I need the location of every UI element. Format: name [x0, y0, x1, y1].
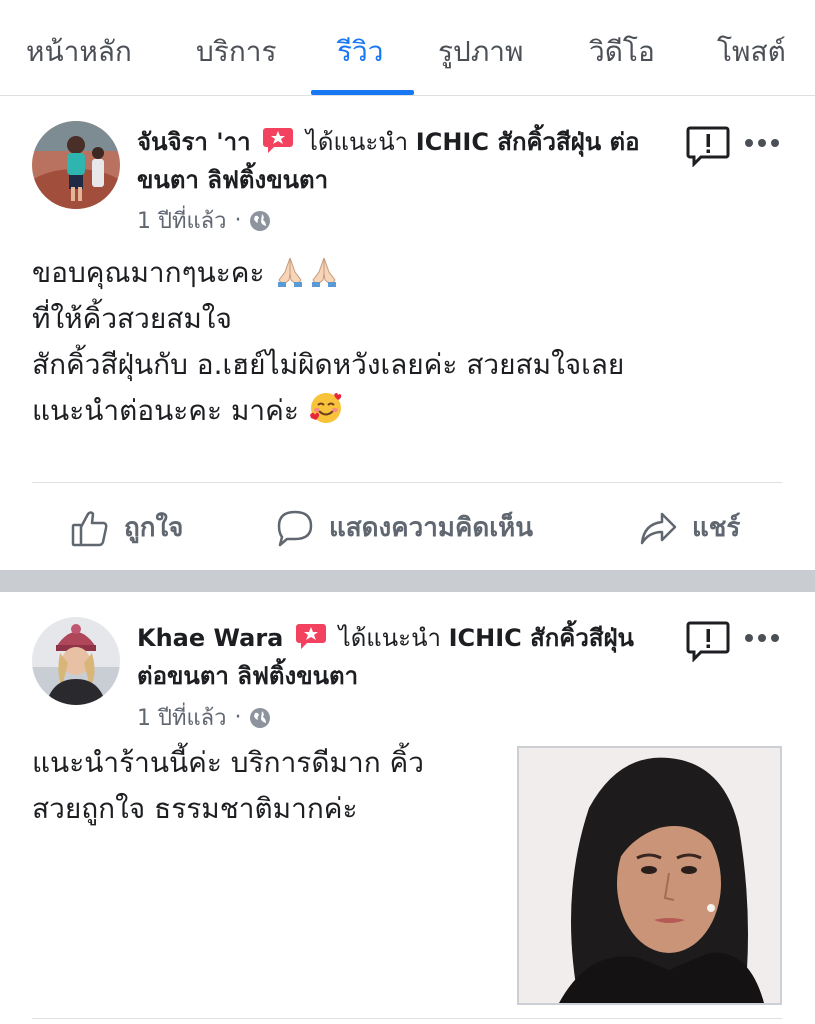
smiling-face-with-hearts-emoji	[309, 393, 341, 423]
share-button[interactable]: แชร์	[638, 507, 740, 548]
tab-photos[interactable]: รูปภาพ	[438, 30, 523, 74]
recommend-label: ได้แนะนำ	[305, 128, 409, 156]
review-line: แนะนำร้านนี้ค่ะ บริการดีมาก คิ้ว	[32, 746, 424, 779]
review-line: สักคิ้วสีฝุ่นกับ อ.เฮย์ไม่ผิดหวังเลยค่ะ …	[32, 348, 625, 381]
avatar[interactable]	[32, 121, 120, 209]
review-header: จันจิรา 'าา ได้แนะนำ ICHIC สักคิ้วสีฝุ่น…	[137, 123, 667, 199]
comment-icon	[277, 510, 313, 546]
tab-videos[interactable]: วิดีโอ	[589, 30, 655, 74]
author-name[interactable]: Khae Wara	[137, 624, 283, 652]
review-line: ขอบคุณมากๆนะคะ	[32, 256, 265, 289]
recommend-icon	[263, 128, 294, 153]
like-button[interactable]: ถูกใจ	[70, 507, 183, 548]
more-options-icon[interactable]	[743, 136, 781, 150]
recommend-icon	[296, 624, 326, 649]
recommend-label: ได้แนะนำ	[338, 624, 441, 652]
review-meta: 1 ปีที่แล้ว ·	[137, 203, 271, 238]
meta-separator: ·	[234, 208, 242, 233]
comment-button[interactable]: แสดงความคิดเห็น	[275, 507, 533, 548]
more-options-icon[interactable]	[743, 631, 781, 645]
review-line: ที่ให้คิ้วสวยสมใจ	[32, 302, 232, 335]
review-card: จันจิรา 'าา ได้แนะนำ ICHIC สักคิ้วสีฝุ่น…	[0, 97, 815, 570]
share-label: แชร์	[692, 513, 741, 543]
report-icon[interactable]	[686, 620, 730, 662]
thumbs-up-icon	[71, 510, 108, 546]
section-separator	[0, 570, 815, 592]
review-timestamp[interactable]: 1 ปีที่แล้ว	[137, 203, 226, 238]
folded-hands-emoji	[278, 257, 303, 287]
share-icon	[640, 512, 677, 544]
review-text: ขอบคุณมากๆนะคะ ที่ให้คิ้วสวยสมใจ สักคิ้ว…	[32, 250, 624, 434]
like-label: ถูกใจ	[124, 513, 184, 543]
review-line: แนะนำต่อนะคะ มาค่ะ	[32, 394, 299, 427]
tab-home[interactable]: หน้าหลัก	[26, 30, 132, 74]
review-meta: 1 ปีที่แล้ว ·	[137, 700, 271, 735]
review-timestamp[interactable]: 1 ปีที่แล้ว	[137, 700, 226, 735]
review-header: Khae Wara ได้แนะนำ ICHIC สักคิ้วสีฝุ่น ต…	[137, 619, 667, 695]
review-photo[interactable]	[517, 746, 782, 1005]
review-line: สวยถูกใจ ธรรมชาติมากค่ะ	[32, 792, 358, 825]
page-tabs: หน้าหลัก บริการ รีวิว รูปภาพ วิดีโอ โพสต…	[0, 0, 815, 96]
tab-reviews[interactable]: รีวิว	[337, 30, 383, 74]
active-tab-indicator	[311, 90, 414, 95]
divider	[32, 482, 782, 483]
review-text: แนะนำร้านนี้ค่ะ บริการดีมาก คิ้ว สวยถูกใ…	[32, 740, 424, 832]
comment-label: แสดงความคิดเห็น	[329, 513, 534, 543]
tab-services[interactable]: บริการ	[196, 30, 277, 74]
report-icon[interactable]	[686, 125, 730, 167]
folded-hands-emoji	[312, 257, 337, 287]
globe-icon	[250, 210, 271, 231]
avatar[interactable]	[32, 617, 120, 705]
author-name[interactable]: จันจิรา 'าา	[137, 128, 251, 156]
tab-posts[interactable]: โพสต์	[717, 30, 786, 74]
globe-icon	[250, 707, 271, 728]
divider	[32, 1018, 782, 1019]
meta-separator: ·	[234, 705, 242, 730]
